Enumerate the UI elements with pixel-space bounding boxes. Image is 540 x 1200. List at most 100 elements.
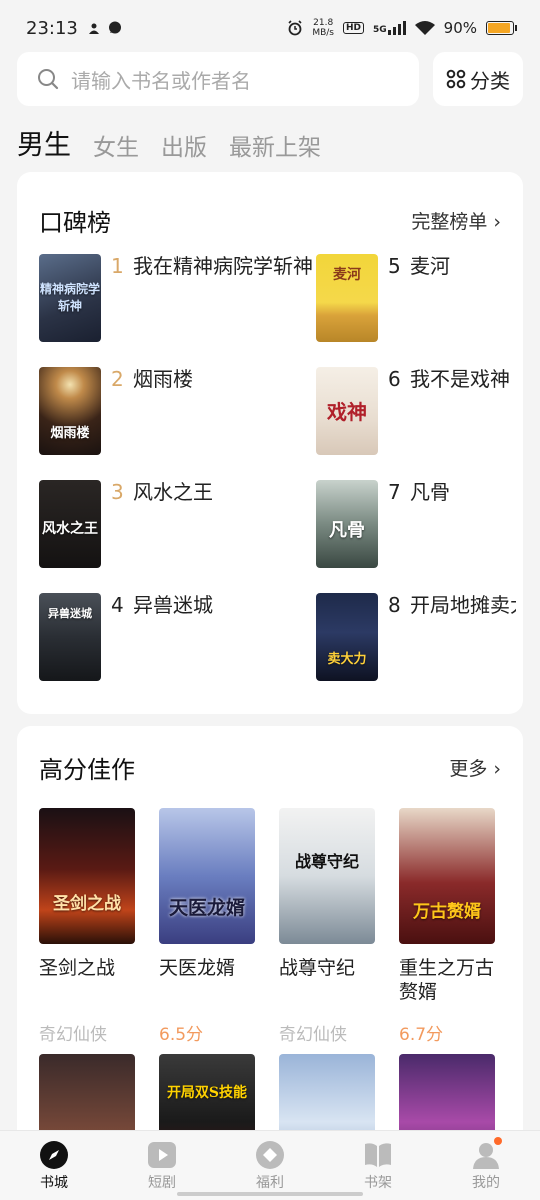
book-cover: 卖大力	[316, 593, 378, 681]
nav-bookstore[interactable]: 书城	[0, 1131, 108, 1200]
book-item[interactable]: 天医龙婿 天医龙婿 6.5分	[159, 808, 255, 1045]
search-row: 请输入书名或作者名 分类	[17, 52, 523, 106]
rank-number: 4	[111, 593, 124, 617]
hd-badge: HD	[342, 22, 364, 34]
person-icon	[88, 23, 99, 34]
cover-title: 圣剑之战	[53, 894, 121, 914]
book-cover: 烟雨楼	[39, 367, 101, 455]
book-cover: 圣剑之战	[39, 808, 135, 944]
speed-unit: MB/s	[312, 28, 334, 38]
notification-dot	[494, 1137, 502, 1145]
cover-title: 万古赘婿	[413, 902, 481, 922]
network-type: 5G	[373, 25, 387, 35]
search-input[interactable]: 请输入书名或作者名	[17, 52, 419, 106]
home-indicator[interactable]	[177, 1192, 363, 1196]
rank-number: 6	[388, 367, 401, 391]
cover-title: 烟雨楼	[50, 426, 90, 441]
book-title: 天医龙婿	[159, 957, 236, 979]
book-item[interactable]: 圣剑之战 圣剑之战 奇幻仙侠	[39, 808, 135, 1045]
book-title: 战尊守纪	[279, 957, 356, 979]
rank-item[interactable]: 烟雨楼 2 烟雨楼	[39, 367, 316, 455]
book-title: 重生之万古赘婿	[399, 957, 495, 1003]
book-cover: 精神病院学斩神	[39, 254, 101, 342]
grid-icon	[446, 69, 466, 89]
cover-title: 麦河	[333, 267, 361, 283]
cover-title: 精神病院学斩神	[39, 282, 100, 313]
signal-icon	[387, 21, 406, 35]
battery-icon	[486, 21, 517, 35]
rank-item[interactable]: 异兽迷城 4 异兽迷城	[39, 593, 316, 681]
book-cover: 战尊守纪	[279, 808, 375, 944]
nav-mine[interactable]: 我的	[432, 1131, 540, 1200]
chat-icon	[108, 21, 121, 34]
tab-female[interactable]: 女生	[93, 128, 139, 162]
section-title: 高分佳作	[39, 755, 135, 784]
book-cover: 风水之王	[39, 480, 101, 568]
rank-item[interactable]: 精神病院学斩神 1 我在精神病院学斩神	[39, 254, 316, 342]
section-title: 口碑榜	[39, 208, 111, 237]
high-score-card: 高分佳作 更多 › 圣剑之战 圣剑之战 奇幻仙侠 天医龙婿 天医龙婿 6.5分 …	[17, 726, 523, 1146]
speed-value: 21.8	[313, 18, 334, 28]
tab-new[interactable]: 最新上架	[229, 128, 321, 162]
status-bar: 23:13 21.8 MB/s HD 5G 90%	[0, 0, 540, 56]
rank-list: 精神病院学斩神 1 我在精神病院学斩神 麦河 5 麦河 烟雨楼 2 烟雨楼 戏神…	[39, 254, 523, 681]
nav-short-drama[interactable]: 短剧	[108, 1131, 216, 1200]
rank-number: 8	[388, 593, 401, 617]
book-cover: 异兽迷城	[39, 593, 101, 681]
book-icon	[363, 1140, 393, 1170]
cover-title: 风水之王	[42, 521, 98, 537]
rank-item[interactable]: 凡骨 7 凡骨	[316, 480, 516, 568]
channel-tabs: 男生 女生 出版 最新上架	[17, 118, 321, 162]
more-link[interactable]: 更多 ›	[449, 754, 501, 781]
tab-publish[interactable]: 出版	[161, 128, 207, 162]
book-cover: 麦河	[316, 254, 378, 342]
cover-title: 天医龙婿	[168, 897, 245, 919]
rank-item[interactable]: 风水之王 3 风水之王	[39, 480, 316, 568]
book-title: 烟雨楼	[133, 367, 193, 391]
cover-title: 开局双S技能	[166, 1085, 248, 1101]
book-item[interactable]: 战尊守纪 战尊守纪 奇幻仙侠	[279, 808, 375, 1045]
book-genre: 奇幻仙侠	[279, 1025, 347, 1045]
nav-label: 我的	[472, 1174, 500, 1191]
tab-male[interactable]: 男生	[17, 123, 71, 162]
full-rank-link[interactable]: 完整榜单 ›	[411, 207, 501, 234]
rank-item[interactable]: 麦河 5 麦河	[316, 254, 516, 342]
rank-number: 7	[388, 480, 401, 504]
nav-label: 书城	[40, 1174, 68, 1191]
book-title: 异兽迷城	[133, 593, 213, 617]
book-cover: 戏神	[316, 367, 378, 455]
book-title: 圣剑之战	[39, 957, 116, 979]
book-title: 麦河	[410, 254, 450, 278]
cover-title: 戏神	[327, 400, 367, 424]
wifi-icon	[414, 20, 435, 35]
book-title: 凡骨	[410, 480, 450, 504]
rank-card: 口碑榜 完整榜单 › 精神病院学斩神 1 我在精神病院学斩神 麦河 5 麦河 烟…	[17, 172, 523, 714]
category-button[interactable]: 分类	[433, 52, 523, 106]
rank-number: 1	[111, 254, 124, 278]
nav-label: 短剧	[148, 1174, 176, 1191]
rank-number: 3	[111, 480, 124, 504]
book-score: 6.5分	[159, 1025, 204, 1045]
bottom-nav: 书城 短剧 福利 书架 我的	[0, 1130, 540, 1200]
cover-title: 卖大力	[327, 652, 367, 667]
cover-title: 异兽迷城	[48, 607, 92, 620]
cover-title: 凡骨	[329, 520, 365, 541]
rank-number: 2	[111, 367, 124, 391]
book-item[interactable]: 万古赘婿 重生之万古赘婿 6.7分	[399, 808, 495, 1045]
compass-icon	[39, 1140, 69, 1170]
nav-bookshelf[interactable]: 书架	[324, 1131, 432, 1200]
rank-item[interactable]: 卖大力 8 开局地摊卖大力	[316, 593, 516, 681]
nav-label: 书架	[364, 1174, 392, 1191]
nav-welfare[interactable]: 福利	[216, 1131, 324, 1200]
alarm-icon	[288, 20, 302, 36]
rank-item[interactable]: 戏神 6 我不是戏神	[316, 367, 516, 455]
book-title: 我不是戏神	[410, 367, 510, 391]
book-cover: 天医龙婿	[159, 808, 255, 944]
search-placeholder: 请输入书名或作者名	[71, 68, 251, 93]
battery-fill	[488, 23, 510, 33]
search-icon	[38, 69, 59, 90]
category-label: 分类	[470, 68, 510, 93]
book-cover: 凡骨	[316, 480, 378, 568]
nav-label: 福利	[256, 1174, 284, 1191]
play-icon	[147, 1140, 177, 1170]
